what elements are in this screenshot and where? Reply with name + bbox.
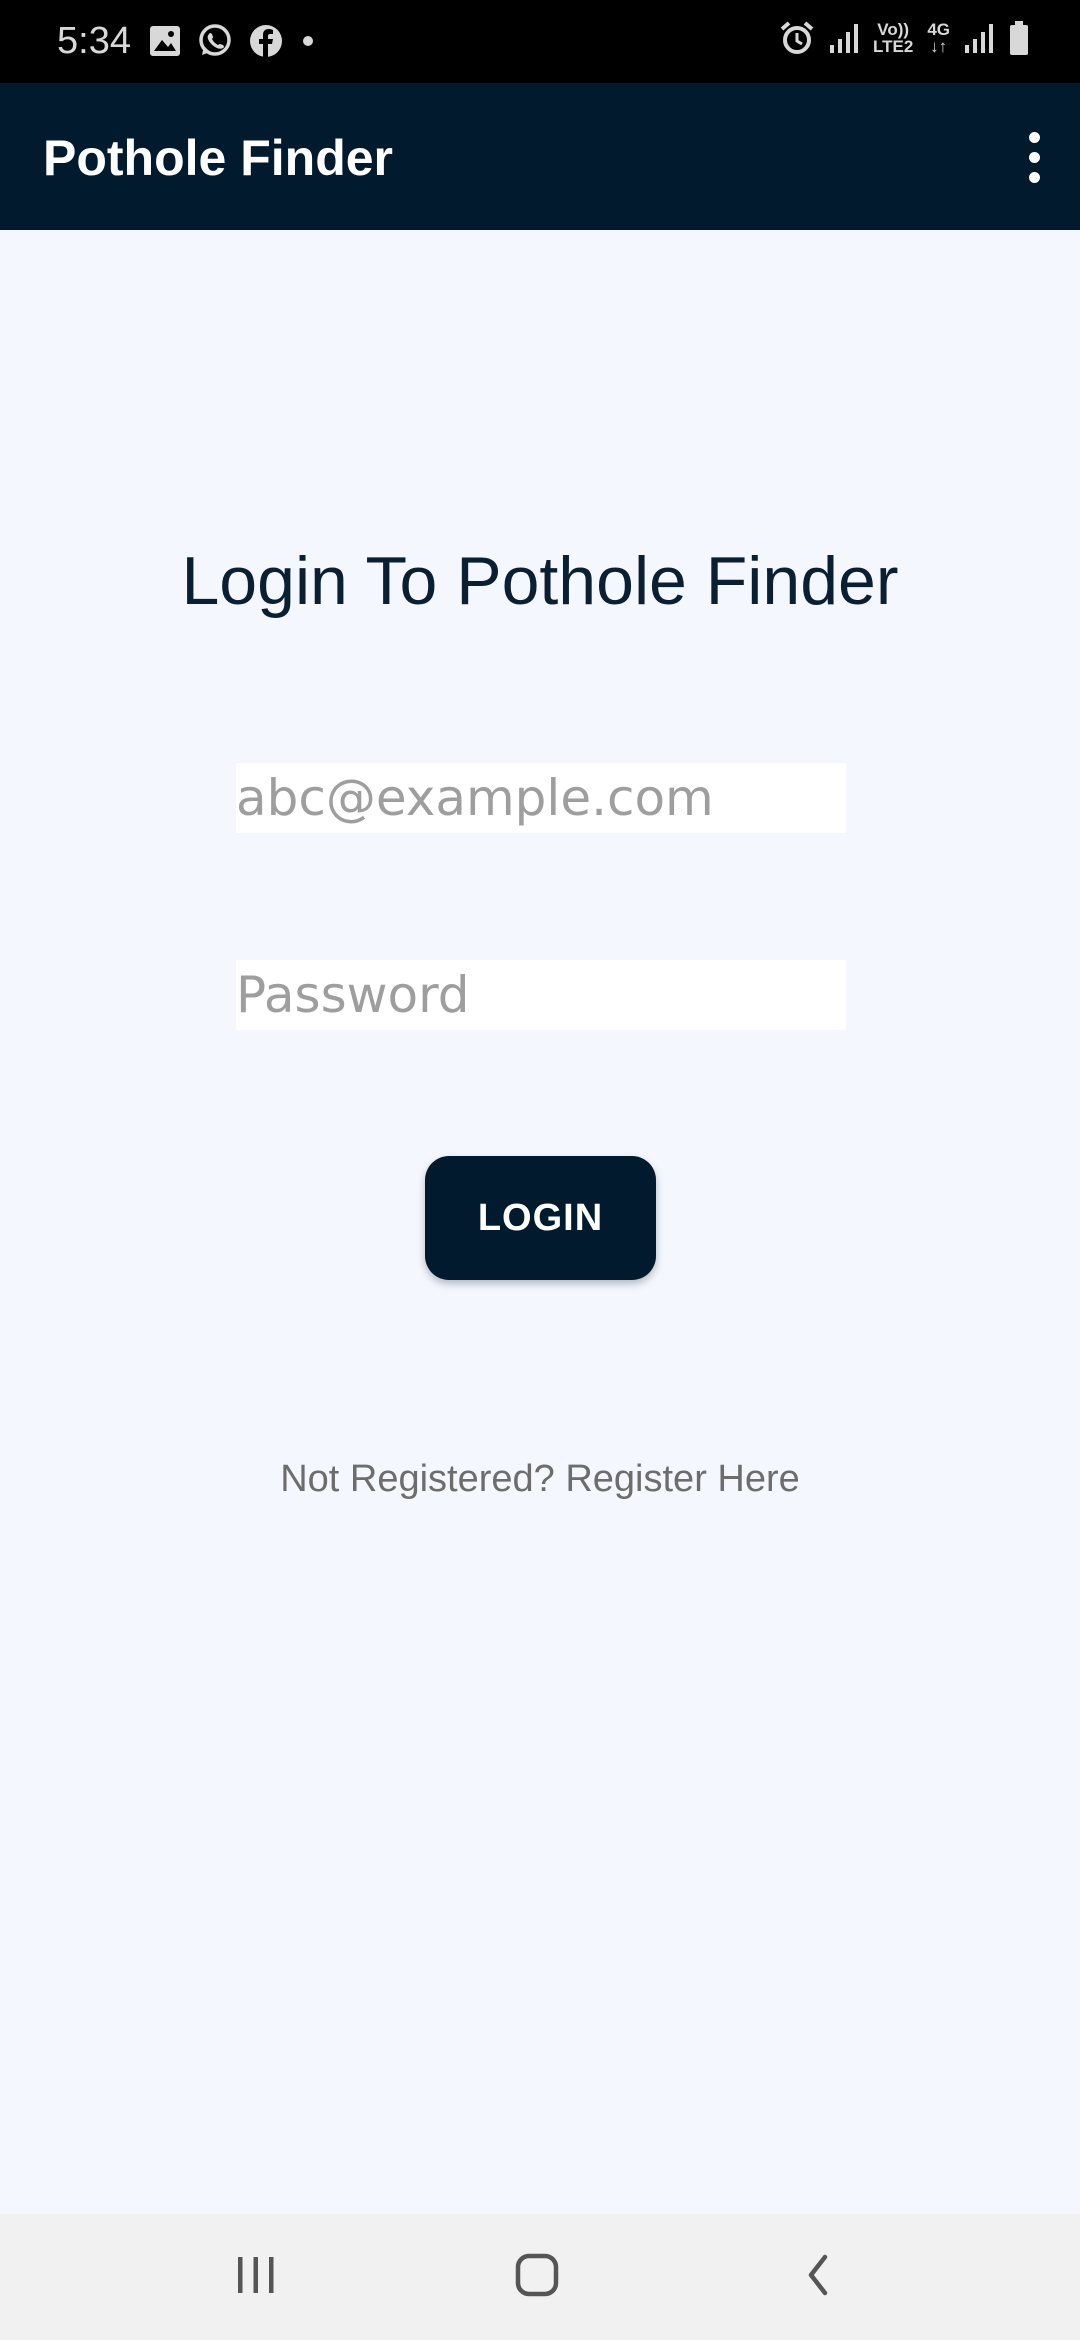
whatsapp-icon [196,22,234,60]
back-button[interactable] [758,2234,878,2320]
login-button[interactable]: LOGIN [425,1156,656,1280]
status-time: 5:34 [57,20,131,62]
email-field[interactable] [236,763,846,833]
overflow-dot [1028,151,1040,163]
lte-label: LTE2 [873,37,914,56]
data-arrows-label: ↓↑ [930,37,948,56]
facebook-icon [248,23,284,59]
register-link[interactable]: Not Registered? Register Here [0,1456,1080,1502]
notification-dot-icon [298,31,318,51]
login-heading: Login To Pothole Finder [181,543,899,619]
back-icon [803,2252,833,2303]
battery-icon [1008,20,1030,56]
navigation-bar [0,2214,1080,2340]
home-icon [514,2252,560,2303]
status-system-icons: Vo)) LTE2 4G ↓↑ [779,20,1030,56]
signal-icon [964,21,994,55]
recent-apps-button[interactable] [196,2234,316,2320]
gallery-icon [148,24,182,58]
network-type-4g: 4G ↓↑ [927,21,950,55]
signal-icon [829,21,859,55]
home-button[interactable] [477,2234,597,2320]
alarm-icon [779,20,815,56]
app-bar: Pothole Finder [0,83,1080,230]
4g-label: 4G [927,20,950,39]
app-title: Pothole Finder [43,130,393,186]
password-field[interactable] [236,960,846,1030]
status-bar: 5:34 Vo)) LTE2 4G ↓↑ [0,0,1080,83]
recent-apps-icon [234,2254,278,2301]
volte-label: Vo)) [877,20,910,39]
overflow-dot [1028,131,1040,143]
network-type-lte: Vo)) LTE2 [873,21,913,55]
overflow-menu-icon[interactable] [1010,125,1058,189]
status-notification-icons [148,22,318,60]
overflow-dot [1028,171,1040,183]
